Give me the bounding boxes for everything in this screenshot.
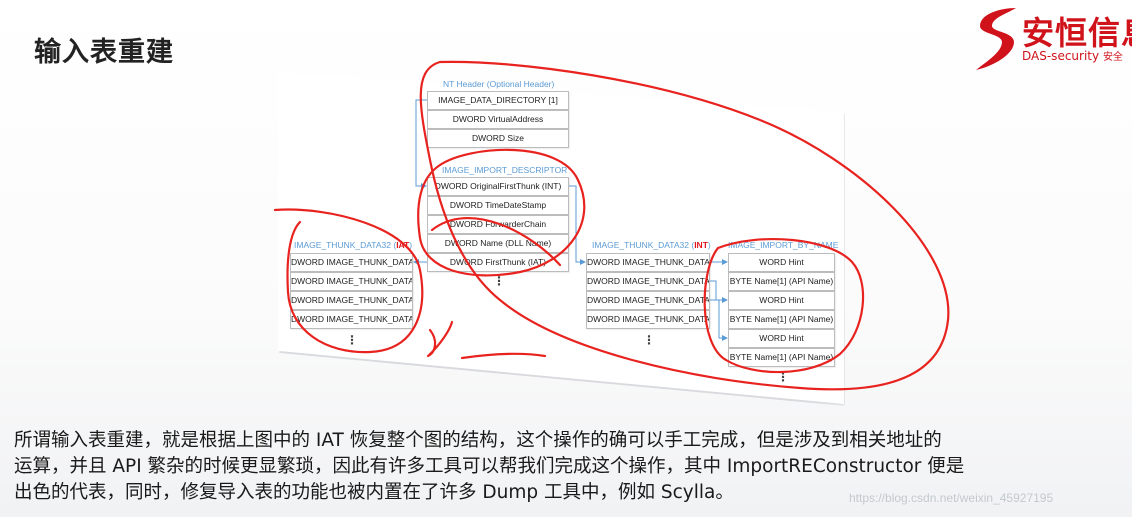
import-descriptor-ellipsis: ⋮ — [493, 274, 505, 288]
company-logo: 安恒信息 DAS-security 安全 — [972, 2, 1132, 74]
thunk-int-title-close: ) — [707, 240, 711, 250]
thunk-int-title: IMAGE_THUNK_DATA32 (INT) — [592, 240, 711, 250]
thunk-iat-title-text: IMAGE_THUNK_DATA32 ( — [294, 240, 397, 250]
import-descriptor-field: DWORD FirstThunk (IAT) — [427, 253, 569, 272]
nt-header-field: IMAGE_DATA_DIRECTORY [1] — [427, 91, 569, 110]
thunk-int-tag: INT — [694, 240, 708, 250]
import-by-name-field: WORD Hint — [728, 291, 835, 310]
nt-header-field: DWORD Size — [427, 129, 569, 148]
import-by-name-field: BYTE Name[1] (API Name) — [728, 310, 835, 329]
thunk-int-title-text: IMAGE_THUNK_DATA32 ( — [592, 240, 695, 250]
import-by-name-ellipsis: ⋮ — [777, 370, 789, 384]
thunk-int-ellipsis: ⋮ — [643, 333, 655, 347]
thunk-int-field: DWORD IMAGE_THUNK_DATA — [586, 253, 710, 272]
watermark: https://blog.csdn.net/weixin_45927195 — [849, 491, 1054, 505]
thunk-iat-ellipsis: ⋮ — [346, 333, 358, 347]
thunk-iat-tag: IAT — [396, 240, 410, 250]
logo-text-en-suffix: 安全 — [1102, 52, 1123, 63]
import-by-name-field: BYTE Name[1] (API Name) — [728, 272, 835, 291]
logo-text-en-main: DAS-security — [1022, 49, 1100, 63]
logo-text-en: DAS-security 安全 — [1022, 48, 1123, 63]
thunk-iat-field: DWORD IMAGE_THUNK_DATA — [290, 310, 413, 329]
import-by-name-field: WORD Hint — [728, 329, 835, 348]
import-by-name-title: IMAGE_IMPORT_BY_NAME — [728, 240, 839, 250]
logo-swoosh-icon — [976, 8, 1016, 70]
import-descriptor-field: DWORD ForwarderChain — [427, 215, 569, 234]
import-descriptor-field: DWORD OriginalFirstThunk (INT) — [427, 177, 569, 196]
caption-line: 运算，并且 API 繁杂的时候更显繁琐，因此有许多工具可以帮我们完成这个操作，其… — [14, 456, 965, 477]
thunk-iat-field: DWORD IMAGE_THUNK_DATA — [290, 272, 413, 291]
caption-line: 所谓输入表重建，就是根据上图中的 IAT 恢复整个图的结构，这个操作的确可以手工… — [14, 430, 942, 451]
import-descriptor-title: IMAGE_IMPORT_DESCRIPTOR — [442, 165, 568, 175]
import-by-name-field: BYTE Name[1] (API Name) — [728, 348, 835, 367]
import-descriptor-field: DWORD Name (DLL Name) — [427, 234, 569, 253]
slide-title: 输入表重建 — [34, 37, 174, 68]
import-descriptor-field: DWORD TimeDateStamp — [427, 196, 569, 215]
thunk-int-field: DWORD IMAGE_THUNK_DATA — [586, 272, 710, 291]
import-by-name-field: WORD Hint — [728, 253, 835, 272]
thunk-iat-title-close: ) — [409, 240, 413, 250]
thunk-iat-title: IMAGE_THUNK_DATA32 (IAT) — [294, 240, 412, 250]
nt-header-field: DWORD VirtualAddress — [427, 110, 569, 129]
thunk-iat-field: DWORD IMAGE_THUNK_DATA — [290, 291, 413, 310]
thunk-int-field: DWORD IMAGE_THUNK_DATA — [586, 291, 710, 310]
nt-header-title: NT Header (Optional Header) — [443, 79, 555, 89]
thunk-iat-field: DWORD IMAGE_THUNK_DATA — [290, 253, 413, 272]
thunk-int-field: DWORD IMAGE_THUNK_DATA — [586, 310, 710, 329]
